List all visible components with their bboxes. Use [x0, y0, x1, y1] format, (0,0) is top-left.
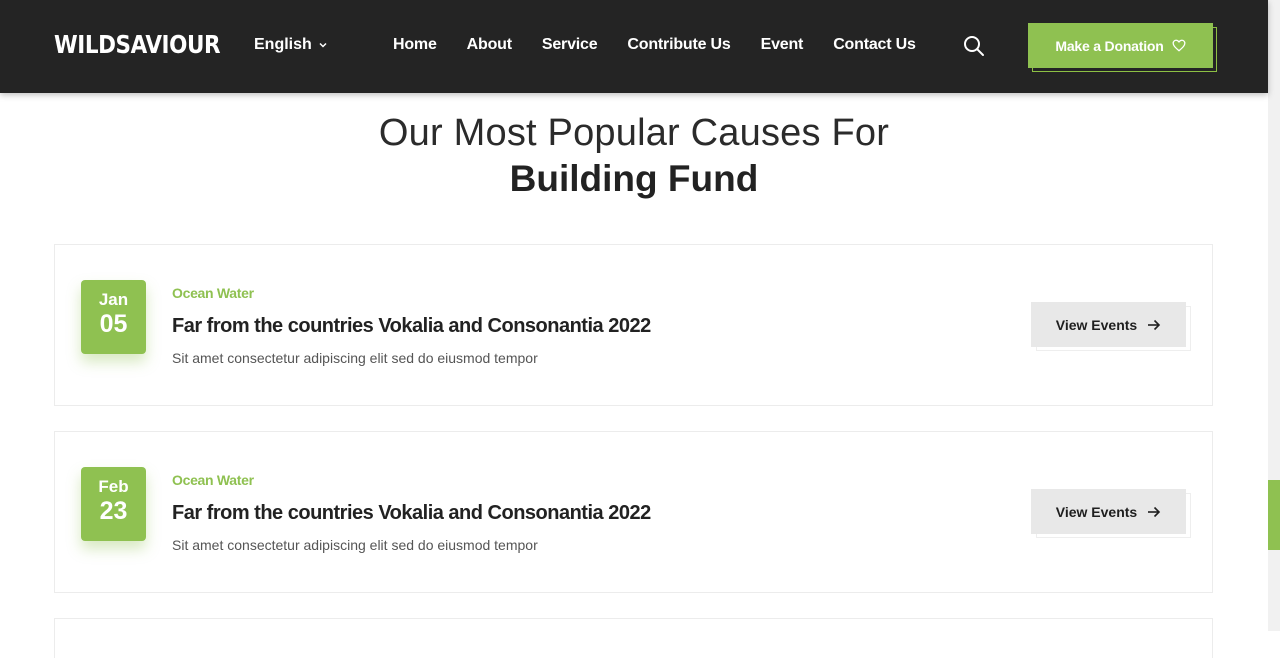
chevron-down-icon: [319, 42, 327, 48]
event-card: Feb 23 Ocean Water Far from the countrie…: [54, 431, 1213, 593]
language-selector[interactable]: English: [254, 36, 328, 54]
nav-contact-us[interactable]: Contact Us: [833, 36, 916, 54]
event-card-partial: [54, 618, 1213, 658]
section-title-line1: Our Most Popular Causes For: [378, 112, 890, 154]
site-logo[interactable]: WILDSAVIOUR: [54, 30, 221, 59]
date-badge: Feb 23: [81, 467, 146, 541]
nav-home[interactable]: Home: [393, 36, 437, 54]
view-events-wrapper: View Events: [1031, 302, 1191, 351]
date-month: Jan: [98, 290, 129, 309]
event-title[interactable]: Far from the countries Vokalia and Conso…: [172, 315, 651, 338]
event-category[interactable]: Ocean Water: [172, 472, 254, 488]
scrollbar-thumb[interactable]: [1268, 480, 1280, 550]
event-description: Sit amet consectetur adipiscing elit sed…: [172, 537, 538, 553]
view-events-button[interactable]: View Events: [1031, 302, 1186, 347]
donate-button-wrapper: Make a Donation: [1028, 23, 1217, 72]
view-events-label: View Events: [1055, 316, 1138, 333]
event-category[interactable]: Ocean Water: [172, 285, 254, 301]
view-events-wrapper: View Events: [1031, 489, 1191, 538]
arrow-right-icon: [1148, 506, 1161, 517]
nav-service[interactable]: Service: [542, 36, 598, 54]
donate-button[interactable]: Make a Donation: [1028, 23, 1213, 68]
view-events-button[interactable]: View Events: [1031, 489, 1186, 534]
nav-contribute-us[interactable]: Contribute Us: [627, 36, 730, 54]
heart-icon: [1172, 39, 1186, 52]
view-events-label: View Events: [1055, 503, 1138, 520]
site-header: WILDSAVIOUR English Home About Service C…: [0, 0, 1268, 93]
event-description: Sit amet consectetur adipiscing elit sed…: [172, 350, 538, 366]
event-title[interactable]: Far from the countries Vokalia and Conso…: [172, 502, 651, 525]
section-title-line2: Building Fund: [509, 158, 759, 199]
section-heading: Our Most Popular Causes For Building Fun…: [0, 110, 1268, 202]
nav-about[interactable]: About: [467, 36, 512, 54]
date-month: Feb: [98, 477, 129, 496]
date-day: 05: [99, 310, 128, 338]
language-label: English: [254, 36, 312, 53]
search-icon[interactable]: [962, 34, 986, 58]
donate-button-label: Make a Donation: [1055, 37, 1164, 54]
event-card: Jan 05 Ocean Water Far from the countrie…: [54, 244, 1213, 406]
nav-event[interactable]: Event: [761, 36, 804, 54]
date-day: 23: [99, 497, 128, 525]
main-nav: Home About Service Contribute Us Event C…: [393, 36, 946, 54]
date-badge: Jan 05: [81, 280, 146, 354]
arrow-right-icon: [1148, 319, 1161, 330]
